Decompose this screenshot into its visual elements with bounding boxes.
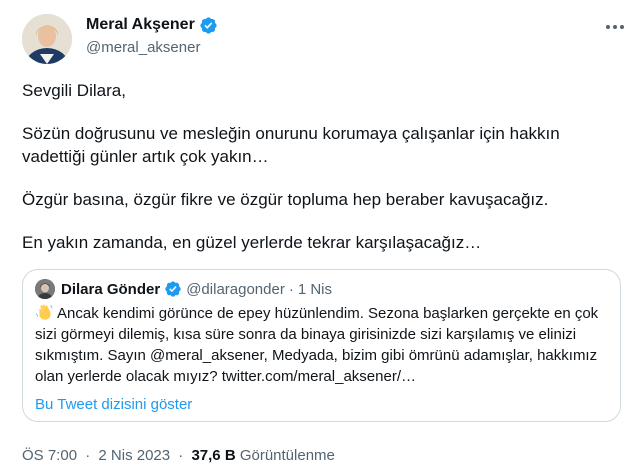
meta-separator: ·: [178, 447, 184, 464]
tweet-meta: ÖS 7:00 · 2 Nis 2023 · 37,6 B Görüntülen…: [22, 447, 335, 464]
show-thread-link[interactable]: Bu Tweet dizisini göster: [35, 396, 192, 413]
tweet-time[interactable]: ÖS 7:00: [22, 447, 77, 464]
quoted-body-text: Ancak kendimi görünce de epey hüzünlendi…: [35, 305, 599, 385]
tweet-card: Meral Akşener @meral_aksener Sevgili Dil…: [0, 0, 644, 473]
tweet-paragraph: Sözün doğrusunu ve mesleğin onurunu koru…: [22, 124, 560, 166]
quoted-handle[interactable]: @dilaragonder: [186, 281, 285, 298]
meta-separator: ·: [85, 447, 91, 464]
tweet-paragraph: Sevgili Dilara,: [22, 81, 126, 100]
tweet-text: Sevgili Dilara, Sözün doğrusunu ve mesle…: [22, 79, 622, 274]
author-name-row: Meral Akşener: [86, 14, 218, 36]
tweet-date[interactable]: 2 Nis 2023: [98, 447, 170, 464]
author-block: Meral Akşener @meral_aksener: [86, 14, 218, 56]
quoted-avatar[interactable]: [35, 279, 55, 299]
author-handle[interactable]: @meral_aksener: [86, 39, 218, 56]
profile-avatar[interactable]: [22, 14, 72, 64]
quoted-tweet[interactable]: Dilara Gönder @dilaragonder · 1 Nis Anca…: [22, 269, 621, 422]
quoted-tweet-text: Ancak kendimi görünce de epey hüzünlendi…: [35, 303, 613, 387]
quoted-tweet-header: Dilara Gönder @dilaragonder · 1 Nis: [35, 279, 332, 299]
tweet-paragraph: En yakın zamanda, en güzel yerlerde tekr…: [22, 233, 482, 252]
quoted-avatar-image: [35, 279, 55, 299]
views-count[interactable]: 37,6 B: [191, 447, 235, 464]
quoted-display-name[interactable]: Dilara Gönder: [61, 281, 160, 298]
more-options-icon[interactable]: [600, 14, 630, 40]
more-dot: [613, 25, 617, 29]
profile-avatar-image: [22, 14, 72, 64]
verified-badge-icon: [200, 16, 217, 34]
author-display-name[interactable]: Meral Akşener: [86, 16, 195, 34]
more-dot: [606, 25, 610, 29]
tweet-paragraph: Özgür basına, özgür fikre ve özgür toplu…: [22, 190, 549, 209]
verified-badge-icon: [165, 281, 181, 297]
quoted-separator: ·: [288, 280, 294, 298]
waving-hand-icon: [36, 304, 53, 320]
views-label: Görüntülenme: [239, 447, 335, 464]
more-dot: [620, 25, 624, 29]
quoted-date[interactable]: 1 Nis: [298, 281, 332, 298]
